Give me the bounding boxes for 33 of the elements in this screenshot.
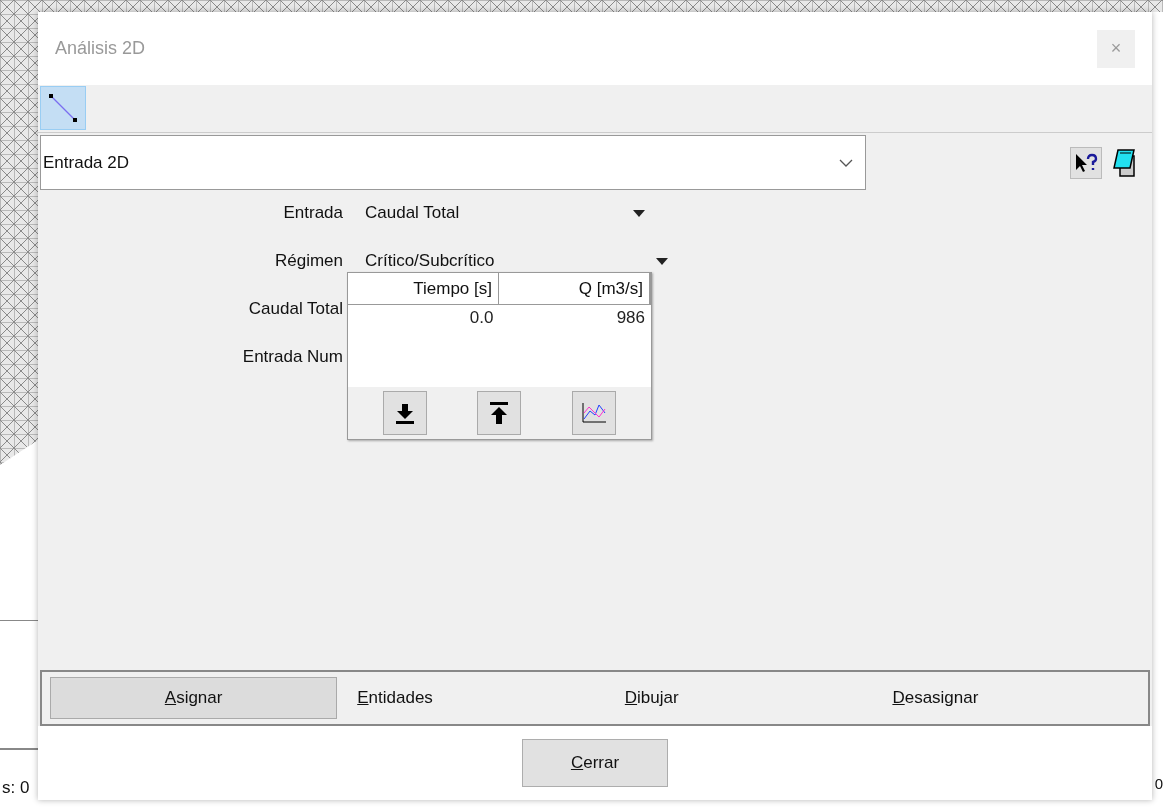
table-cell-text: 986 [615, 307, 646, 329]
import-button[interactable] [383, 391, 428, 435]
dropdown-arrow-icon [656, 257, 668, 265]
entity-select[interactable]: Entrada 2D [40, 135, 866, 190]
notebook-icon[interactable] [1112, 147, 1138, 178]
download-arrow-icon [394, 402, 417, 424]
field-label: Caudal Total [247, 298, 343, 321]
select-value: Entrada 2D [43, 151, 129, 174]
dropdown[interactable]: Crítico/Subcrítico [365, 248, 668, 274]
tab[interactable]: Desasignar [892, 677, 1140, 719]
help-pointer-icon [1074, 152, 1098, 173]
dropdown[interactable]: Caudal Total [365, 200, 645, 226]
help-pointer-button[interactable] [1070, 146, 1102, 179]
export-button[interactable] [477, 391, 522, 435]
line-tool-button[interactable] [40, 86, 86, 130]
column-header[interactable]: Tiempo [s] [348, 273, 499, 304]
chevron-down-icon [839, 158, 853, 167]
dropdown-arrow-icon [633, 209, 645, 217]
field-label: Entrada [282, 202, 343, 225]
upload-arrow-icon [488, 402, 511, 424]
tab[interactable]: Asignar [50, 677, 338, 719]
chart-button[interactable] [571, 391, 616, 435]
field-label: Régimen [273, 250, 343, 273]
status-text: 0 [1154, 776, 1163, 791]
field-label: Entrada Num [241, 346, 343, 369]
status-text: s: 0 [2, 777, 30, 799]
line-chart-icon [579, 401, 608, 425]
tab[interactable]: Dibujar [624, 677, 873, 719]
line-segment-icon [47, 92, 79, 124]
close-dialog-button[interactable]: Cerrar [522, 739, 668, 787]
tab[interactable]: Entidades [357, 677, 605, 719]
table-cell-text: 0.0 [468, 307, 495, 329]
window-title: Análisis 2D [55, 37, 146, 60]
